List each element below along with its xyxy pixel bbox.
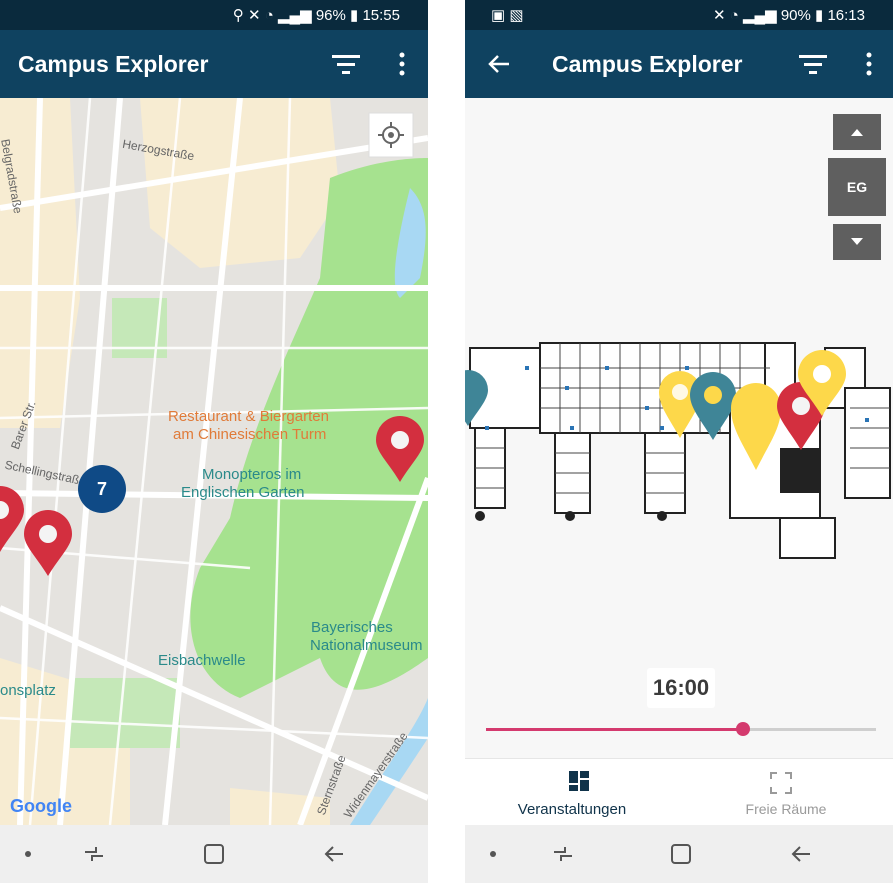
marker-cluster[interactable]: 7 (78, 465, 126, 513)
location-icon: ⚲ (232, 7, 244, 24)
dot-icon (25, 851, 31, 857)
back-arrow-button[interactable] (483, 48, 515, 80)
caret-down-icon (851, 238, 863, 245)
back-button[interactable] (785, 838, 817, 870)
nav-dot-button[interactable] (477, 838, 509, 870)
tab-free-rooms-label: Freie Räume (745, 801, 827, 817)
more-options-button[interactable] (386, 48, 418, 80)
recent-apps-button[interactable] (547, 838, 579, 870)
mute-icon: ✕ (712, 7, 726, 24)
dot-icon (490, 851, 496, 857)
image-icon: ▧ (509, 7, 524, 24)
floor-up-button[interactable] (833, 114, 881, 150)
arrow-back-icon (488, 55, 509, 73)
nav-dot-button[interactable] (12, 838, 44, 870)
signal-icon: ▂▄▆ (277, 7, 312, 24)
app-title: Campus Explorer (552, 51, 743, 77)
wifi-icon: ◔ (264, 7, 274, 24)
poi-label-monopteros: Monopteros im (202, 466, 302, 483)
time-display: 16:00 (647, 668, 715, 708)
home-button[interactable] (198, 838, 230, 870)
event-marker[interactable] (22, 510, 74, 578)
poi-label-platz: onsplatz (0, 682, 56, 699)
map-screen: ⚲ ✕ ◔ ▂▄▆ 96% ▮ 15:55 Campus Explorer He… (0, 0, 428, 883)
fullscreen-icon (770, 772, 792, 794)
poi-label-restaurant: Restaurant & Biergarten (168, 408, 329, 425)
back-icon (791, 846, 810, 862)
poi-label-eisbach: Eisbachwelle (158, 652, 246, 669)
clock: 16:13 (827, 7, 865, 24)
room-marker-teal[interactable] (465, 370, 489, 428)
home-icon (204, 844, 224, 864)
map-view[interactable]: Herzogstraße Belgradstraße Barer Str. Sc… (0, 98, 428, 825)
filter-icon (799, 55, 827, 74)
floorplan-screen: ▣ ▧ ✕ ◔ ▂▄▆ 90% ▮ 16:13 Campus Explorer (465, 0, 893, 883)
floorplan-view[interactable]: EG 16:00 (465, 98, 893, 758)
tab-events-label: Veranstaltungen (517, 801, 627, 818)
filter-icon (332, 55, 360, 74)
system-nav-bar (465, 825, 893, 883)
mute-icon: ✕ (247, 7, 261, 24)
filter-button[interactable] (797, 48, 829, 80)
recents-icon (554, 847, 572, 861)
clock: 15:55 (362, 7, 400, 24)
event-marker[interactable] (0, 486, 26, 554)
time-slider-fill (486, 728, 744, 731)
back-icon (324, 846, 343, 862)
poi-label-monopteros-line2: Englischen Garten (181, 484, 305, 501)
back-button[interactable] (318, 838, 350, 870)
more-vert-icon (399, 52, 405, 76)
poi-label-museum-line2: Nationalmuseum (310, 637, 423, 654)
more-vert-icon (866, 52, 872, 76)
bottom-navigation: Veranstaltungen Freie Räume (465, 758, 893, 825)
room-marker-yellow[interactable] (730, 380, 782, 472)
battery-icon: ▮ (815, 7, 824, 24)
recent-apps-button[interactable] (78, 838, 110, 870)
system-nav-bar (0, 825, 428, 883)
google-logo: Google (10, 796, 72, 816)
map-background (0, 98, 428, 825)
tab-free-rooms[interactable]: Freie Räume (679, 759, 893, 826)
poi-label-museum: Bayerisches (311, 619, 393, 636)
tab-events[interactable]: Veranstaltungen (465, 759, 679, 826)
filter-button[interactable] (330, 48, 362, 80)
floor-plan (469, 342, 891, 559)
app-title: Campus Explorer (18, 51, 209, 77)
notification-icon: ▣ (491, 7, 506, 24)
home-button[interactable] (665, 838, 697, 870)
status-bar: ▣ ▧ ✕ ◔ ▂▄▆ 90% ▮ 16:13 (465, 0, 893, 30)
status-bar: ⚲ ✕ ◔ ▂▄▆ 96% ▮ 15:55 (0, 0, 428, 30)
caret-up-icon (851, 129, 863, 136)
home-icon (671, 844, 691, 864)
current-floor: EG (828, 158, 886, 216)
my-location-button[interactable] (369, 113, 413, 157)
dashboard-icon (569, 771, 589, 791)
battery-level: 96% (315, 7, 346, 24)
event-marker[interactable] (374, 416, 426, 484)
wifi-icon: ◔ (729, 7, 739, 24)
recents-icon (85, 847, 103, 861)
more-options-button[interactable] (853, 48, 885, 80)
battery-level: 90% (780, 7, 811, 24)
floor-down-button[interactable] (833, 224, 881, 260)
room-marker-yellow[interactable] (796, 350, 848, 418)
time-slider-thumb[interactable] (736, 722, 751, 736)
battery-icon: ▮ (350, 7, 359, 24)
app-bar: Campus Explorer (465, 30, 893, 98)
app-bar: Campus Explorer (0, 30, 428, 98)
poi-label-restaurant-line2: am Chinesischen Turm (173, 426, 327, 443)
signal-icon: ▂▄▆ (742, 7, 777, 24)
